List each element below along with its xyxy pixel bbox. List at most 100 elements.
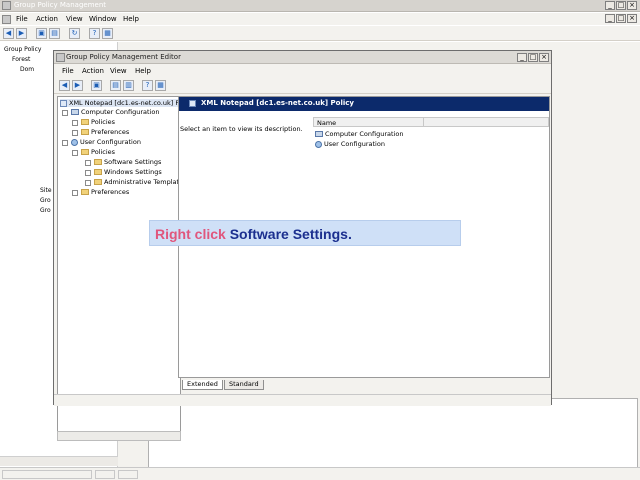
outer-details-panel <box>148 398 638 468</box>
list-item[interactable]: Computer Configuration <box>315 130 403 138</box>
tab-standard[interactable]: Standard <box>224 380 264 390</box>
folder-icon <box>94 179 102 185</box>
tree-computer-policies[interactable]: Policies <box>81 118 115 126</box>
outer-tree-root[interactable]: Group Policy <box>4 46 41 53</box>
tree-user-preferences[interactable]: Preferences <box>81 188 129 196</box>
expand-software-settings[interactable] <box>85 160 91 166</box>
outer-child-restore-button[interactable]: □ <box>616 14 626 23</box>
policy-header-icon <box>189 100 196 107</box>
outer-close-button[interactable]: × <box>627 1 637 10</box>
gpme-up-icon[interactable]: ▣ <box>91 80 102 91</box>
expand-windows-settings[interactable] <box>85 170 91 176</box>
gpme-app-icon <box>56 53 65 62</box>
outer-menu-bar: File Action View Window Help _ □ × <box>0 13 640 25</box>
details-description: Select an item to view its description. <box>180 125 303 133</box>
gpme-forward-icon[interactable]: ▶ <box>72 80 83 91</box>
tree-software-settings[interactable]: Software Settings <box>94 158 161 166</box>
outer-tree-gpo-results[interactable]: Gro <box>40 207 51 214</box>
view-tabs: Extended Standard <box>178 379 378 391</box>
gpme-tree-pane: XML Notepad [dc1.es-net.co.uk] Policy Co… <box>57 96 195 434</box>
expand-computer-policies[interactable] <box>72 120 78 126</box>
gpme-minimize-button[interactable]: _ <box>517 53 527 62</box>
outer-tree-gpo-modeling[interactable]: Gro <box>40 197 51 204</box>
gpme-tree-scrollbar[interactable] <box>57 431 181 441</box>
outer-menu-file[interactable]: File <box>16 15 28 23</box>
tab-extended[interactable]: Extended <box>182 380 223 390</box>
gpme-menu-help[interactable]: Help <box>135 67 151 75</box>
tree-user-configuration[interactable]: User Configuration <box>71 138 141 146</box>
outer-menu-window[interactable]: Window <box>89 15 117 23</box>
gpme-export-icon[interactable]: ▥ <box>123 80 134 91</box>
outer-menu-help[interactable]: Help <box>123 15 139 23</box>
outer-tree-forest[interactable]: Forest <box>12 56 30 63</box>
tree-administrative-templates[interactable]: Administrative Templat <box>94 178 179 186</box>
outer-status-bar <box>0 467 640 480</box>
up-folder-icon[interactable]: ▣ <box>36 28 47 39</box>
gpme-help-icon[interactable]: ? <box>142 80 153 91</box>
expand-user-config[interactable] <box>62 140 68 146</box>
app-icon <box>2 1 11 10</box>
gpme-back-icon[interactable]: ◀ <box>59 80 70 91</box>
folder-icon <box>94 169 102 175</box>
outer-tree-scrollbar[interactable] <box>0 456 118 466</box>
expand-computer-config[interactable] <box>62 110 68 116</box>
outer-menu-view[interactable]: View <box>66 15 83 23</box>
tree-computer-preferences[interactable]: Preferences <box>81 128 129 136</box>
folder-icon <box>81 189 89 195</box>
outer-child-close-button[interactable]: × <box>627 14 637 23</box>
outer-title-bar: Group Policy Management _ □ × <box>0 0 640 12</box>
outer-tree-sites[interactable]: Site <box>40 187 52 194</box>
outer-menu-icon <box>2 15 11 24</box>
show-tree-icon[interactable]: ▤ <box>49 28 60 39</box>
tree-computer-configuration[interactable]: Computer Configuration <box>71 108 159 116</box>
instruction-target: Software Settings <box>229 226 348 242</box>
outer-status-cell-1 <box>2 470 92 479</box>
help-icon[interactable]: ? <box>89 28 100 39</box>
details-header: XML Notepad [dc1.es-net.co.uk] Policy <box>179 97 549 111</box>
computer-icon <box>315 131 323 137</box>
gpme-title-bar: Group Policy Management Editor _ □ × <box>54 51 551 64</box>
gpme-show-tree-icon[interactable]: ▤ <box>110 80 121 91</box>
back-icon[interactable]: ◀ <box>3 28 14 39</box>
outer-maximize-button[interactable]: □ <box>616 1 626 10</box>
outer-status-cell-2 <box>95 470 115 479</box>
refresh-icon[interactable]: ↻ <box>69 28 80 39</box>
gpme-menu-action[interactable]: Action <box>82 67 104 75</box>
outer-window-title: Group Policy Management <box>14 1 107 9</box>
expand-administrative-templates[interactable] <box>85 180 91 186</box>
gpme-properties-icon[interactable]: ▦ <box>155 80 166 91</box>
policy-icon <box>60 99 67 107</box>
outer-minimize-button[interactable]: _ <box>605 1 615 10</box>
user-icon <box>71 138 78 146</box>
forward-icon[interactable]: ▶ <box>16 28 27 39</box>
gpme-maximize-button[interactable]: □ <box>528 53 538 62</box>
outer-status-cell-3 <box>118 470 138 479</box>
computer-icon <box>71 109 79 115</box>
properties-icon[interactable]: ▦ <box>102 28 113 39</box>
list-header: Name <box>313 117 549 127</box>
tree-user-policies[interactable]: Policies <box>81 148 115 156</box>
folder-icon <box>81 119 89 125</box>
gpme-close-button[interactable]: × <box>539 53 549 62</box>
details-header-title: XML Notepad [dc1.es-net.co.uk] Policy <box>201 99 354 107</box>
folder-icon <box>81 149 89 155</box>
outer-child-minimize-button[interactable]: _ <box>605 14 615 23</box>
expand-computer-preferences[interactable] <box>72 130 78 136</box>
list-item[interactable]: User Configuration <box>315 140 385 148</box>
gpme-menu-file[interactable]: File <box>62 67 74 75</box>
instruction-end: . <box>347 226 352 242</box>
outer-menu-action[interactable]: Action <box>36 15 58 23</box>
tree-root-policy[interactable]: XML Notepad [dc1.es-net.co.uk] Policy <box>60 99 195 107</box>
expand-user-policies[interactable] <box>72 150 78 156</box>
column-divider[interactable] <box>423 118 424 127</box>
instruction-text: Right click Software Settings. <box>155 226 352 242</box>
outer-tree-domains[interactable]: Dom <box>20 66 34 73</box>
expand-user-preferences[interactable] <box>72 190 78 196</box>
gpme-status-bar <box>54 394 551 406</box>
instruction-action: Right click <box>155 226 226 242</box>
tree-windows-settings[interactable]: Windows Settings <box>94 168 162 176</box>
column-name-header[interactable]: Name <box>317 119 336 127</box>
gpme-toolbar: ◀ ▶ ▣ ▤ ▥ ? ▦ <box>54 78 551 94</box>
gpme-menu-view[interactable]: View <box>110 67 127 75</box>
instruction-callout: Right click Software Settings. <box>149 220 461 246</box>
